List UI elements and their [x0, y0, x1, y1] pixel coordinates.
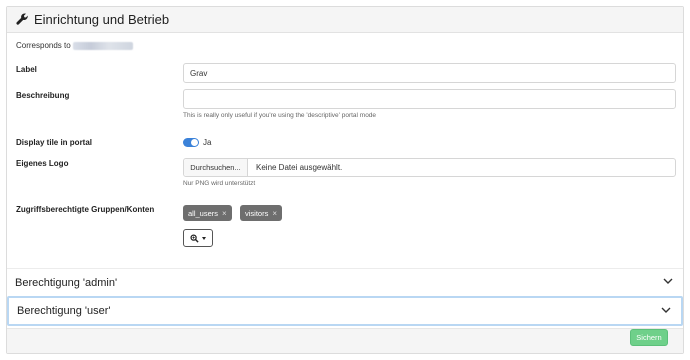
label-input[interactable]: Grav — [183, 63, 676, 83]
card-footer — [7, 328, 683, 353]
corresponds-text: Corresponds to — [16, 41, 133, 50]
close-icon[interactable]: × — [222, 209, 227, 218]
logo-help: Nur PNG wird unterstützt — [183, 180, 256, 187]
accordion-user-title: Berechtigung 'user' — [17, 305, 111, 317]
description-field-label: Beschreibung — [16, 91, 70, 100]
browse-button[interactable]: Durchsuchen... — [184, 159, 248, 176]
groups-field-label: Zugriffsberechtigte Gruppen/Konten — [16, 205, 155, 214]
caret-down-icon — [202, 236, 206, 240]
search-icon — [190, 233, 199, 243]
accordion-user[interactable]: Berechtigung 'user' — [7, 296, 683, 326]
close-icon[interactable]: × — [272, 209, 277, 218]
save-button[interactable]: Sichern — [630, 329, 668, 346]
page-title: Einrichtung und Betrieb — [16, 12, 169, 27]
settings-card: Einrichtung und Betrieb Corresponds to L… — [6, 6, 684, 354]
description-help: This is really only useful if you're usi… — [183, 112, 377, 119]
accordion-admin-title: Berechtigung 'admin' — [15, 277, 118, 289]
logo-field-label: Eigenes Logo — [16, 159, 69, 168]
logo-file-input[interactable]: Durchsuchen... Keine Datei ausgewählt. — [183, 158, 676, 177]
card-header: Einrichtung und Betrieb — [7, 7, 683, 33]
chevron-down-icon — [663, 278, 673, 284]
page-title-text: Einrichtung und Betrieb — [34, 12, 170, 27]
display-tile-toggle[interactable] — [183, 138, 199, 147]
file-name: Keine Datei ausgewählt. — [256, 163, 343, 172]
display-tile-label: Display tile in portal — [16, 138, 93, 147]
redacted-url — [72, 41, 133, 50]
description-input[interactable] — [183, 89, 676, 109]
chip-visitors[interactable]: visitors × — [240, 205, 283, 221]
wrench-icon — [16, 13, 28, 25]
chevron-down-icon — [661, 307, 671, 313]
search-dropdown-button[interactable] — [183, 229, 213, 247]
chip-all-users[interactable]: all_users × — [183, 205, 232, 221]
accordion-admin[interactable]: Berechtigung 'admin' — [7, 268, 683, 296]
display-tile-toggle-text: Ja — [203, 138, 212, 147]
label-field-label: Label — [16, 65, 37, 74]
